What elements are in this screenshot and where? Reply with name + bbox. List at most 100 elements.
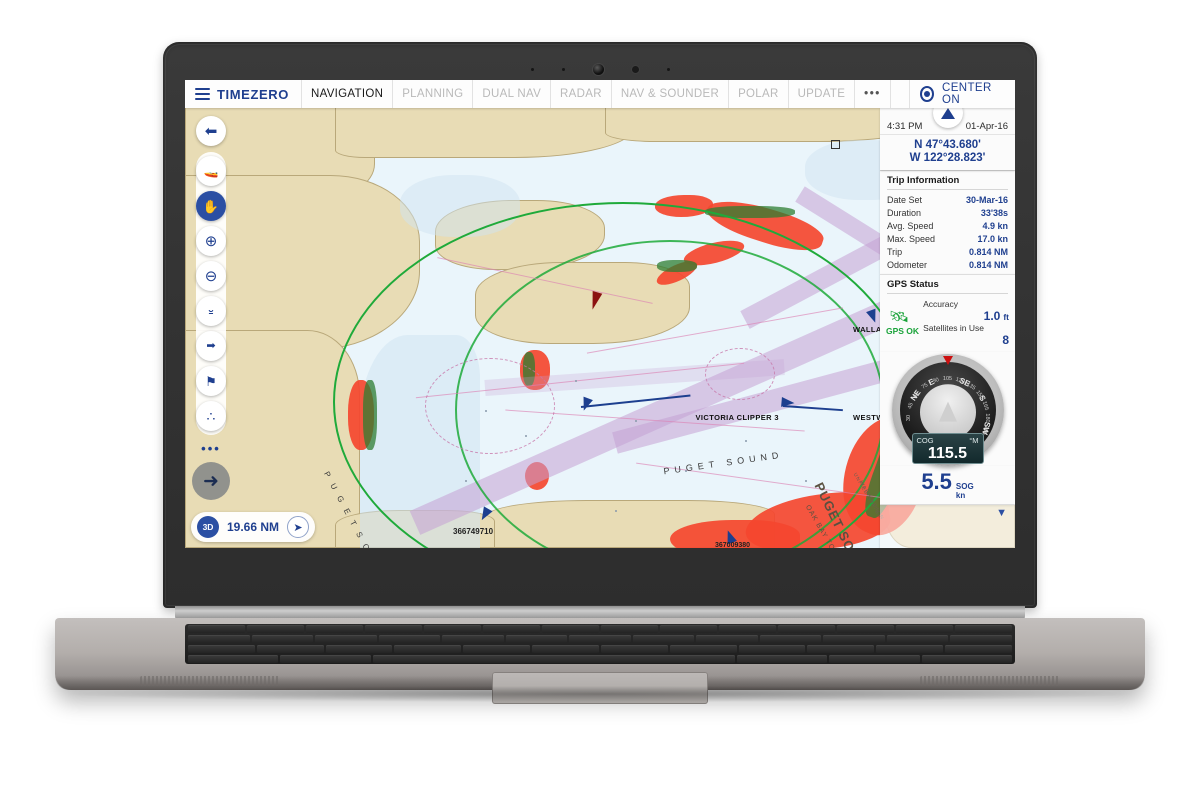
- ais-target[interactable]: [781, 396, 795, 409]
- menu-item-dual-nav[interactable]: DUAL NAV: [472, 80, 550, 108]
- gauge-tick-label: 75: [920, 381, 929, 391]
- latitude-label: N 47°43.680': [914, 139, 981, 151]
- sog-units: SOG kn: [956, 482, 974, 500]
- toolbar-overflow-icon[interactable]: •••: [196, 441, 226, 456]
- gps-satellites-value-row: 8: [923, 333, 1009, 347]
- key-row: [185, 644, 1015, 654]
- top-menu-bar: TIMEZERO NAVIGATION PLANNING DUAL NAV RA…: [185, 80, 1015, 108]
- date-label: 01-Apr-16: [965, 121, 1008, 132]
- cog-readout: COG °M 115.5: [911, 432, 984, 464]
- screen: VICTORIA CLIPPER 3 WESTWOOD RAINIER ISLA…: [185, 80, 1015, 548]
- trip-row: Max. Speed 17.0 kn: [880, 232, 1015, 245]
- webcam-strip: [163, 62, 1037, 76]
- cog-unit: °M: [969, 435, 979, 445]
- gps-status-label: GPS OK: [886, 325, 920, 336]
- mode-3d-badge[interactable]: 3D: [197, 516, 219, 538]
- trip-key: Trip: [887, 246, 903, 257]
- gps-indicator: 🛰 GPS OK: [886, 308, 920, 336]
- menu-spacer: [889, 80, 909, 108]
- gauge-tick-label: 90: [931, 376, 940, 385]
- chart-status-bar: 3D 19.66 NM ➤: [191, 512, 316, 542]
- trip-key: Max. Speed: [887, 233, 936, 244]
- menu-item-planning[interactable]: PLANNING: [392, 80, 472, 108]
- forward-arrow-icon[interactable]: ➜: [192, 462, 230, 500]
- anchorage-area: [705, 348, 775, 400]
- gps-accuracy-value-row: 1.0 ft: [923, 309, 1009, 323]
- satellites-value: 8: [1002, 332, 1009, 347]
- gps-status-card: GPS Status 🛰 GPS OK Accuracy 1.0 ft Sate…: [880, 273, 1015, 352]
- trip-value: 33'38s: [980, 207, 1008, 218]
- sensor-dot-icon: [561, 67, 565, 71]
- gauge-tick-label: 105: [942, 375, 953, 382]
- gps-title: GPS Status: [880, 273, 1015, 293]
- divider-compass-icon[interactable]: ⏓: [196, 296, 226, 326]
- menu-item-navigation[interactable]: NAVIGATION: [300, 80, 392, 108]
- hamburger-icon[interactable]: [195, 87, 210, 101]
- menu-item-update[interactable]: UPDATE: [787, 80, 855, 108]
- cog-value: 115.5: [927, 444, 968, 462]
- laptop-keyboard: [185, 624, 1015, 664]
- mmsi-label: 367009380: [715, 542, 751, 548]
- brand-label: TIMEZERO: [217, 86, 289, 102]
- pan-hand-icon[interactable]: ✋: [196, 191, 226, 221]
- target-icon: [919, 86, 935, 102]
- right-sidebar: 4:31 PM 01-Apr-16 N 47°43.680' W 122°28.…: [880, 98, 1015, 548]
- cog-label: COG: [916, 435, 934, 445]
- ais-label: VICTORIA CLIPPER 3: [695, 413, 779, 422]
- speaker-grille-right: [920, 676, 1060, 686]
- divider: [887, 292, 1008, 294]
- gps-body: 🛰 GPS OK Accuracy 1.0 ft Satellites in U…: [880, 297, 1015, 352]
- menu-item-nav-and-sounder[interactable]: NAV & SOUNDER: [610, 80, 728, 108]
- zoom-in-icon[interactable]: ⊕: [196, 226, 226, 256]
- longitude-label: W 122°28.823': [909, 152, 986, 164]
- north-arrow-icon[interactable]: ➤: [287, 516, 310, 538]
- trip-value: 30-Mar-16: [965, 194, 1008, 205]
- compass-gauge[interactable]: NE E SE S SW 30 45 60 75 90 105 120 135 …: [891, 353, 1004, 466]
- trip-information-card: Trip Information Date Set 30-Mar-16 Durat…: [880, 170, 1015, 274]
- back-arrow-icon[interactable]: ⬅: [196, 116, 226, 146]
- clock-label: 4:31 PM: [887, 121, 923, 132]
- drop-shadow: [70, 686, 1130, 702]
- key-row: [185, 654, 1015, 664]
- menu-item-radar[interactable]: RADAR: [550, 80, 611, 108]
- gauge-tick-label: 165: [980, 400, 989, 411]
- gps-metrics: Accuracy 1.0 ft Satellites in Use 8: [923, 299, 1009, 347]
- compass-gauge-card: NE E SE S SW 30 45 60 75 90 105 120 135 …: [880, 351, 1015, 466]
- vessel-boat-icon[interactable]: 🚤: [196, 156, 226, 186]
- trip-row: Date Set 30-Mar-16: [880, 193, 1015, 206]
- satellites-label: Satellites in Use: [923, 322, 985, 333]
- gauge-tick-label: 45: [906, 401, 915, 410]
- zoom-out-icon[interactable]: ⊖: [196, 261, 226, 291]
- app-brand[interactable]: TIMEZERO: [185, 80, 301, 108]
- gauge-tick-label: 180: [983, 412, 990, 423]
- panel-collapse-area: ▼: [880, 504, 1015, 548]
- cog-header: COG °M: [917, 436, 979, 445]
- menu-overflow-icon[interactable]: •••: [854, 80, 890, 108]
- chart-symbol: [831, 140, 840, 149]
- key-row: [185, 634, 1015, 644]
- main-menu: NAVIGATION PLANNING DUAL NAV RADAR NAV &…: [300, 80, 909, 108]
- trip-key: Duration: [887, 207, 922, 218]
- satellite-icon: 🛰: [888, 308, 910, 326]
- left-toolbar: ⬅ 🚤 ✋ ⊕ ⊖ ⏓ ➡ ⚑ ∴ ••• ➜: [191, 116, 231, 500]
- heading-boat-icon: [938, 401, 957, 422]
- trip-value: 0.814 NM: [968, 259, 1008, 270]
- divider: [887, 189, 1008, 190]
- key-row: [185, 624, 1015, 634]
- trip-value: 0.814 NM: [968, 246, 1008, 257]
- mmsi-label: 366749710: [453, 527, 494, 536]
- chart-scale-label: 19.66 NM: [227, 520, 280, 534]
- webcam-icon: [592, 63, 604, 75]
- sog-value: 5.5: [921, 468, 952, 494]
- laptop-mockup: VICTORIA CLIPPER 3 WESTWOOD RAINIER ISLA…: [0, 0, 1200, 786]
- buoy-mark-icon[interactable]: ⚑: [196, 366, 226, 396]
- route-tool-icon[interactable]: ∴: [196, 401, 226, 431]
- trip-key: Date Set: [887, 194, 923, 205]
- man-overboard-icon[interactable]: ➡: [196, 331, 226, 361]
- trip-row: Avg. Speed 4.9 kn: [880, 219, 1015, 232]
- menu-item-polar[interactable]: POLAR: [728, 80, 788, 108]
- chevron-down-icon[interactable]: ▼: [880, 505, 1015, 521]
- accuracy-value: 1.0: [983, 308, 1001, 323]
- nav-summary-card: 4:31 PM 01-Apr-16 N 47°43.680' W 122°28.…: [880, 98, 1015, 170]
- center-on-button[interactable]: CENTER ON: [908, 80, 1015, 108]
